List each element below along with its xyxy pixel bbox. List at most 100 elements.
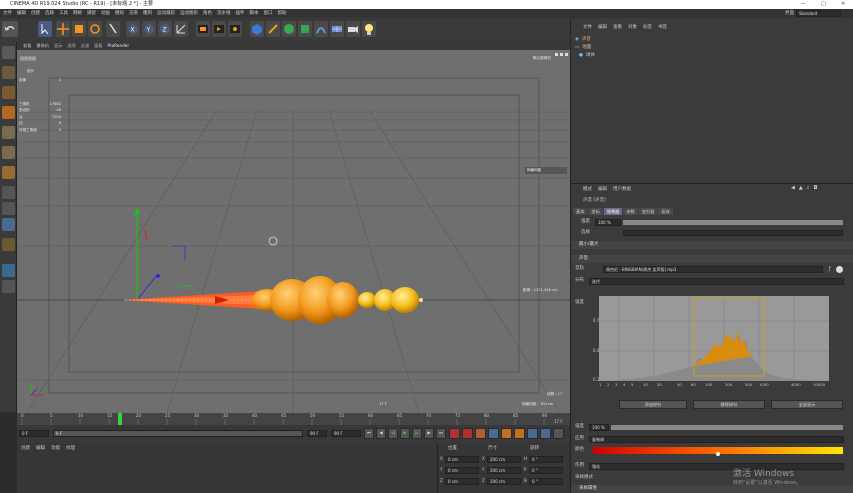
polygons-mode-icon[interactable] <box>2 166 15 179</box>
menu-item-edit[interactable]: 编辑 <box>17 9 26 18</box>
sphere-5[interactable] <box>358 292 376 308</box>
color-mode-select[interactable]: 强化 <box>589 463 844 470</box>
attr-menu-mode[interactable]: 模式 <box>583 186 592 192</box>
size-x-field[interactable]: 200 cm <box>487 456 521 463</box>
menu-item-mograph[interactable]: 运动图形 <box>180 9 198 18</box>
camera-name[interactable]: 默认摄像机 <box>533 56 551 61</box>
sphere-4[interactable] <box>327 282 359 318</box>
points-mode-icon[interactable] <box>2 126 15 139</box>
menu-item-tools[interactable]: 工具 <box>59 9 68 18</box>
snap-icon[interactable] <box>2 218 15 231</box>
object-name[interactable]: 声音 <box>582 36 591 44</box>
workplane-icon[interactable] <box>2 238 15 251</box>
obj-menu-view[interactable]: 查看 <box>613 24 622 30</box>
object-row[interactable]: ▭ 地面 <box>575 44 850 52</box>
cube-icon[interactable] <box>250 21 264 37</box>
menu-item-create[interactable]: 创建 <box>31 9 40 18</box>
end-frame-field[interactable]: 90 F <box>331 430 361 437</box>
floor-icon[interactable] <box>330 21 344 37</box>
menu-item-sculpt[interactable]: 雕刻 <box>143 9 152 18</box>
sphere-8[interactable] <box>419 298 423 302</box>
undo-icon[interactable] <box>2 21 18 37</box>
coordinate-system-icon[interactable] <box>174 21 188 37</box>
mat-menu-create[interactable]: 创建 <box>21 445 30 451</box>
apply-select[interactable]: 复制调 <box>589 436 844 443</box>
attr-menu-userdata[interactable]: 用户数据 <box>613 186 631 192</box>
mat-menu-function[interactable]: 功能 <box>51 445 60 451</box>
planar-workplane-icon[interactable] <box>2 280 15 293</box>
locked-workplane-icon[interactable] <box>2 264 15 277</box>
obj-menu-file[interactable]: 文件 <box>583 24 592 30</box>
go-start-icon[interactable]: ⏮ <box>364 428 374 439</box>
vp-menu-camera[interactable]: 摄像机 <box>36 42 49 50</box>
attr-menu-edit[interactable]: 编辑 <box>598 186 607 192</box>
preview-end-field[interactable]: 90 F <box>307 430 327 437</box>
section-sound[interactable]: 声音 <box>571 255 853 263</box>
z-axis-handle[interactable] <box>136 274 158 301</box>
object-name[interactable]: 地面 <box>582 44 591 52</box>
vp-menu-view[interactable]: 查看 <box>23 42 31 50</box>
section-sampling[interactable]: 采样属性 <box>571 485 853 493</box>
amp-slider[interactable] <box>611 425 843 430</box>
vp-menu-filter[interactable]: 过滤 <box>81 42 89 50</box>
subtab-deformer[interactable]: 变形器 <box>638 208 658 215</box>
render-picture-viewer-icon[interactable] <box>212 21 226 37</box>
next-key-icon[interactable]: ▶ <box>424 428 434 439</box>
menu-item-help[interactable]: 帮助 <box>278 9 287 18</box>
rotate-icon[interactable] <box>88 21 102 37</box>
amp-field[interactable]: 100 % <box>589 424 609 431</box>
vp-menu-panel[interactable]: 面板 <box>94 42 102 50</box>
object-row[interactable]: ◉ 声音 <box>575 36 850 44</box>
layout-select[interactable]: Standard <box>796 10 841 17</box>
record-icon[interactable] <box>449 428 460 439</box>
size-y-field[interactable]: 200 cm <box>487 467 521 474</box>
menu-item-snap[interactable]: 捕捉 <box>87 9 96 18</box>
pen-spline-icon[interactable] <box>266 21 280 37</box>
subtab-effector[interactable]: 效果器 <box>603 208 623 215</box>
menu-item-plugins[interactable]: 插件 <box>236 9 245 18</box>
select-icon[interactable] <box>38 21 52 37</box>
sphere-7[interactable] <box>391 287 419 313</box>
axis-mode-icon[interactable] <box>2 186 15 199</box>
pos-y-field[interactable]: 0 cm <box>445 467 479 474</box>
selection-field[interactable] <box>623 230 843 236</box>
menu-item-script[interactable]: 脚本 <box>250 9 259 18</box>
obj-menu-bookmarks[interactable]: 书签 <box>658 24 667 30</box>
prev-frame-icon[interactable]: ◁ <box>388 428 398 439</box>
menu-item-character[interactable]: 角色 <box>203 9 212 18</box>
deformer-icon[interactable] <box>314 21 328 37</box>
rot-b-field[interactable]: 0 ° <box>529 478 563 485</box>
add-probe-button[interactable]: 添加探针 <box>619 400 687 409</box>
array-icon[interactable] <box>298 21 312 37</box>
menu-item-motion-tracking[interactable]: 运动跟踪 <box>157 9 175 18</box>
object-name[interactable]: 球体 <box>586 52 595 60</box>
menu-item-animate[interactable]: 动画 <box>101 9 110 18</box>
model-mode-icon[interactable] <box>2 86 15 99</box>
key-selection-icon[interactable] <box>475 428 486 439</box>
obj-menu-tags[interactable]: 标签 <box>643 24 652 30</box>
menu-item-select[interactable]: 选择 <box>45 9 54 18</box>
pos-z-field[interactable]: 0 cm <box>445 478 479 485</box>
play-icon[interactable]: ▶ <box>400 428 410 439</box>
remove-probe-button[interactable]: 移除探针 <box>693 400 765 409</box>
perspective-viewport[interactable]: 透视视图 统计 对象 2 三角形 17682 多边形 16 点 7104 边0 可视三角… <box>17 50 570 413</box>
light-icon[interactable] <box>362 21 376 37</box>
go-end-icon[interactable]: ⏭ <box>436 428 446 439</box>
vp-menu-options[interactable]: 选项 <box>67 42 75 50</box>
obj-menu-objects[interactable]: 对象 <box>628 24 637 30</box>
x-axis-icon[interactable]: X <box>126 21 140 37</box>
move-icon[interactable] <box>56 21 70 37</box>
maximize-button[interactable]: □ <box>821 0 826 9</box>
file-browse-icon[interactable]: ƒ <box>829 266 831 272</box>
vp-menu-display[interactable]: 显示 <box>54 42 62 50</box>
menu-item-file[interactable]: 文件 <box>3 9 12 18</box>
y-axis-icon[interactable]: Y <box>142 21 156 37</box>
frequency-graph[interactable] <box>599 296 829 381</box>
rot-h-field[interactable]: 0 ° <box>529 456 563 463</box>
render-view-icon[interactable] <box>196 21 210 37</box>
menu-item-simulate[interactable]: 模拟 <box>115 9 124 18</box>
camera-icon[interactable] <box>346 21 360 37</box>
subtab-basic[interactable]: 基本 <box>573 208 588 215</box>
up-arrow-icon[interactable]: ▲ <box>799 185 803 191</box>
minimize-button[interactable]: — <box>801 0 806 9</box>
